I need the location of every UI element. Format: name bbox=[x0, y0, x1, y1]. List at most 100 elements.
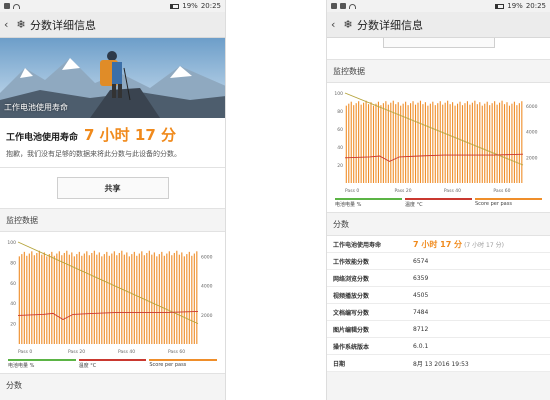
score-bar bbox=[31, 251, 33, 344]
snowflake-icon: ❄ bbox=[16, 18, 26, 31]
score-bar bbox=[513, 101, 515, 183]
battery-life-value: 7 小时 17 分 bbox=[84, 126, 176, 144]
score-bar bbox=[444, 102, 446, 183]
score-bar bbox=[178, 254, 180, 344]
score-row-os-version: 操作系统版本 6.0.1 bbox=[327, 338, 550, 355]
score-bar bbox=[481, 105, 483, 183]
score-bar bbox=[121, 250, 123, 344]
score-bar bbox=[363, 102, 365, 183]
score-bar bbox=[146, 252, 148, 344]
score-bar bbox=[506, 102, 508, 183]
left-tick-label: 100 bbox=[334, 91, 343, 97]
monitoring-chart-svg: 20 40 60 80 100 2000 4000 6000 Pass 0 Pass 20 Pass… bbox=[7, 240, 213, 355]
score-bar bbox=[191, 255, 193, 344]
back-icon[interactable]: ‹ bbox=[331, 18, 339, 31]
x-tick-label: Pass 40 bbox=[118, 349, 135, 355]
score-bar bbox=[412, 101, 414, 183]
scores-table: 工作电池使用寿命 7 小时 17 分 (7 小时 17 分) 工作效能分数 657… bbox=[327, 235, 550, 372]
right-tick-label: 6000 bbox=[526, 104, 538, 110]
score-bar bbox=[377, 101, 379, 183]
wifi-icon bbox=[349, 3, 356, 9]
right-tick-label: 4000 bbox=[526, 130, 538, 136]
score-bar bbox=[442, 104, 444, 183]
score-bar bbox=[86, 251, 88, 344]
left-tick-label: 80 bbox=[10, 260, 16, 266]
left-tick-label: 40 bbox=[337, 145, 343, 151]
legend-battery: 电池电量 % bbox=[8, 359, 76, 369]
notification-icon bbox=[4, 3, 10, 9]
score-bar bbox=[76, 254, 78, 344]
chart-legend: 电池电量 % 温度 °C Score per pass bbox=[331, 195, 546, 208]
score-bar bbox=[494, 101, 496, 183]
score-bar bbox=[390, 102, 392, 183]
score-bar bbox=[168, 251, 170, 344]
status-bar: 19% 20:25 bbox=[327, 0, 550, 12]
legend-temperature: 温度 °C bbox=[405, 198, 472, 208]
score-bar bbox=[78, 251, 80, 344]
score-bar bbox=[46, 256, 48, 344]
right-tick-label: 6000 bbox=[201, 255, 213, 261]
right-tick-label: 4000 bbox=[201, 284, 213, 290]
score-bar bbox=[93, 250, 95, 344]
legend-battery: 电池电量 % bbox=[335, 198, 402, 208]
score-bar bbox=[496, 104, 498, 183]
score-bar bbox=[395, 104, 397, 183]
score-bar bbox=[188, 251, 190, 344]
score-bar bbox=[98, 252, 100, 344]
share-button[interactable]: 共享 bbox=[56, 177, 169, 199]
score-bar bbox=[153, 252, 155, 344]
score-bar bbox=[422, 104, 424, 183]
right-screen: 19% 20:25 ‹ ❄ 分数详细信息 监控数据 20 40 60 80 100 200… bbox=[326, 0, 550, 400]
score-bar bbox=[88, 255, 90, 344]
score-bar bbox=[123, 254, 125, 344]
score-bar bbox=[161, 251, 163, 344]
score-bar bbox=[181, 252, 183, 344]
battery-life-label: 工作电池使用寿命 bbox=[6, 133, 79, 143]
score-bar bbox=[353, 105, 355, 183]
score-bar bbox=[479, 102, 481, 183]
x-tick-label: Pass 40 bbox=[444, 188, 461, 194]
battery-life-row: 工作电池使用寿命 7 小时 17 分 bbox=[0, 118, 225, 147]
legend-score: Score per pass bbox=[149, 359, 218, 369]
score-bar bbox=[33, 255, 35, 344]
score-bar bbox=[407, 105, 409, 183]
score-bar bbox=[61, 255, 63, 344]
monitoring-title: 监控数据 bbox=[327, 60, 550, 82]
score-bar bbox=[464, 103, 466, 183]
left-tick-label: 40 bbox=[10, 301, 16, 307]
score-bar bbox=[103, 254, 105, 344]
score-bar bbox=[516, 105, 518, 183]
share-button[interactable] bbox=[382, 38, 495, 48]
score-bar bbox=[454, 105, 456, 183]
score-bar bbox=[18, 256, 20, 344]
score-bar bbox=[459, 101, 461, 183]
score-row-date: 日期 8月 13 2016 19:53 bbox=[327, 355, 550, 372]
snowflake-icon: ❄ bbox=[343, 18, 353, 31]
x-tick-label: Pass 20 bbox=[68, 349, 85, 355]
clock: 20:25 bbox=[525, 2, 546, 10]
score-bar bbox=[51, 251, 53, 344]
back-icon[interactable]: ‹ bbox=[4, 18, 12, 31]
battery-percent: 19% bbox=[507, 2, 523, 10]
score-bar bbox=[126, 252, 128, 344]
score-bar bbox=[73, 256, 75, 344]
monitoring-title: 监控数据 bbox=[0, 209, 225, 231]
score-bar bbox=[417, 102, 419, 183]
left-screen: 19% 20:25 ‹ ❄ 分数详细信息 工作电池使用寿命 工作电池使用寿命 7… bbox=[0, 0, 226, 400]
x-tick-label: Pass 60 bbox=[493, 188, 510, 194]
right-tick-label: 2000 bbox=[201, 313, 213, 319]
score-bar bbox=[414, 104, 417, 183]
score-bar bbox=[38, 250, 40, 344]
score-bar bbox=[48, 254, 50, 344]
score-bar bbox=[21, 254, 23, 344]
score-bar bbox=[447, 100, 449, 183]
legend-score: Score per pass bbox=[475, 198, 542, 208]
score-bar bbox=[449, 104, 451, 183]
score-bar bbox=[186, 254, 188, 344]
score-bar bbox=[56, 253, 58, 344]
score-row-writing: 文档编写分数 7484 bbox=[327, 304, 550, 321]
monitoring-chart: 20 40 60 80 100 2000 4000 6000 Pass 0 Pass 20 Pass… bbox=[0, 231, 225, 374]
score-bar bbox=[439, 101, 441, 183]
score-bar bbox=[508, 105, 511, 183]
comparison-note: 抱歉，我们没有足够的数据来将此分数与此设备的分数。 bbox=[0, 147, 225, 168]
